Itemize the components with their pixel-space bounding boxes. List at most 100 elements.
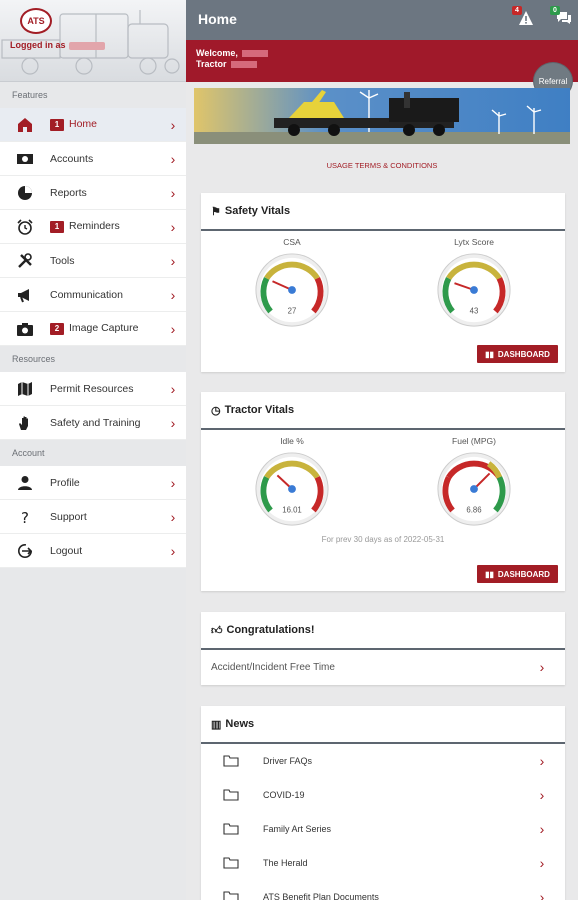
sidebar-item-tools[interactable]: Tools › bbox=[0, 244, 186, 278]
reminders-badge: 1 bbox=[50, 221, 64, 233]
chevron-right-icon: › bbox=[539, 753, 545, 769]
logged-in-label: Logged in as bbox=[10, 40, 105, 50]
features-group: 1 Home › Accounts › Reports › 1 Reminders … bbox=[0, 108, 186, 346]
question-icon: ? bbox=[0, 509, 50, 525]
sidebar-item-reminders[interactable]: 1 Reminders › bbox=[0, 210, 186, 244]
gauge-label: Fuel (MPG) bbox=[452, 436, 496, 446]
sidebar-item-label: Tools bbox=[50, 254, 75, 267]
card-header: ⚑ Safety Vitals bbox=[201, 193, 565, 231]
sidebar-item-reports[interactable]: Reports › bbox=[0, 176, 186, 210]
gauge-dial: 6.86 bbox=[437, 452, 511, 526]
alert-count-badge: 4 bbox=[512, 6, 522, 15]
sidebar-item-communication[interactable]: Communication › bbox=[0, 278, 186, 312]
truck-banner-image bbox=[194, 88, 570, 144]
welcome-label: Welcome, bbox=[196, 48, 238, 58]
sidebar-item-permit-resources[interactable]: Permit Resources › bbox=[0, 372, 186, 406]
hand-icon bbox=[0, 415, 50, 431]
folder-icon bbox=[223, 891, 239, 900]
alert-button[interactable]: 4 bbox=[512, 6, 534, 29]
news-item-covid-19[interactable]: COVID-19 › bbox=[201, 778, 565, 812]
chevron-right-icon: › bbox=[170, 150, 176, 167]
news-item-driver-faqs[interactable]: Driver FAQs › bbox=[201, 744, 565, 778]
incident-free-row[interactable]: Accident/Incident Free Time › bbox=[201, 650, 565, 684]
redacted-name bbox=[241, 50, 268, 58]
top-bar: Home 4 0 bbox=[186, 0, 578, 40]
chevron-right-icon: › bbox=[170, 286, 176, 303]
safety-dashboard-button[interactable]: ▮▮ DASHBOARD bbox=[477, 345, 558, 363]
sidebar-item-label: Logout bbox=[50, 544, 83, 557]
sidebar: ATS Logged in as Features 1 Home › Accoun… bbox=[0, 0, 186, 900]
message-count-badge: 0 bbox=[550, 6, 560, 15]
chevron-right-icon: › bbox=[170, 414, 176, 431]
money-icon bbox=[0, 151, 50, 167]
sidebar-item-image-capture[interactable]: 2 Image Capture › bbox=[0, 312, 186, 346]
safety-vitals-card: ⚑ Safety Vitals CSA 27 Lytx Score 43 ▮▮ … bbox=[201, 193, 565, 372]
sidebar-header: ATS Logged in as bbox=[0, 0, 186, 82]
gauge-dial: 16.01 bbox=[255, 452, 329, 526]
news-item-family-art-series[interactable]: Family Art Series › bbox=[201, 812, 565, 846]
chevron-right-icon: › bbox=[539, 787, 545, 803]
chevron-right-icon: › bbox=[170, 218, 176, 235]
card-header: 👍︎ Congratulations! bbox=[201, 612, 565, 650]
megaphone-icon bbox=[0, 287, 50, 303]
alarm-clock-icon bbox=[0, 218, 50, 235]
sidebar-item-label: Accounts bbox=[50, 152, 94, 165]
card-header: ▥ News bbox=[201, 706, 565, 744]
folder-icon bbox=[223, 823, 239, 835]
news-item-label: The Herald bbox=[263, 858, 308, 868]
news-item-the-herald[interactable]: The Herald › bbox=[201, 846, 565, 880]
chevron-right-icon: › bbox=[170, 474, 176, 491]
sidebar-item-profile[interactable]: Profile › bbox=[0, 466, 186, 500]
chevron-right-icon: › bbox=[170, 380, 176, 397]
account-group: Profile › ? Support › Logout › bbox=[0, 466, 186, 568]
image-capture-badge: 2 bbox=[50, 323, 64, 335]
terms-link[interactable]: USAGE TERMS & CONDITIONS bbox=[186, 161, 578, 170]
gauge-fuel-mpg[interactable]: Fuel (MPG) 6.86 bbox=[414, 436, 534, 531]
chevron-right-icon: › bbox=[539, 889, 545, 900]
gauge-label: CSA bbox=[283, 237, 301, 247]
sidebar-item-support[interactable]: ? Support › bbox=[0, 500, 186, 534]
home-badge: 1 bbox=[50, 119, 64, 131]
folder-icon bbox=[223, 755, 239, 767]
gauge-idle[interactable]: Idle % 16.01 bbox=[232, 436, 352, 531]
vitals-date-note: For prev 30 days as of 2022-05-31 bbox=[321, 535, 445, 544]
gauge-value: 16.01 bbox=[282, 505, 302, 514]
card-title: News bbox=[225, 718, 255, 730]
ats-logo: ATS bbox=[20, 8, 52, 34]
home-icon bbox=[0, 117, 50, 133]
tractor-dashboard-button[interactable]: ▮▮ DASHBOARD bbox=[477, 565, 558, 583]
resources-group: Permit Resources › Safety and Training › bbox=[0, 372, 186, 440]
news-item-benefit-plan-documents[interactable]: ATS Benefit Plan Documents › bbox=[201, 880, 565, 900]
welcome-banner: Welcome, Tractor bbox=[186, 40, 578, 82]
news-item-label: Family Art Series bbox=[263, 824, 332, 834]
redacted-tractor bbox=[230, 61, 257, 69]
news-item-label: ATS Benefit Plan Documents bbox=[263, 892, 379, 900]
gauge-lytx-score[interactable]: Lytx Score 43 bbox=[414, 237, 534, 332]
redacted-username bbox=[68, 41, 105, 50]
sidebar-item-safety-training[interactable]: Safety and Training › bbox=[0, 406, 186, 440]
row-label: Accident/Incident Free Time bbox=[211, 661, 335, 673]
sidebar-item-label: Reminders bbox=[69, 220, 120, 232]
gauge-label: Idle % bbox=[280, 436, 304, 446]
news-item-label: Driver FAQs bbox=[263, 756, 313, 766]
sidebar-item-label: Profile bbox=[50, 476, 80, 489]
sidebar-item-label: Support bbox=[50, 510, 87, 523]
sidebar-item-label: Home bbox=[69, 118, 98, 130]
chevron-right-icon: › bbox=[539, 855, 545, 871]
gauge-value: 43 bbox=[470, 306, 479, 315]
sidebar-item-home[interactable]: 1 Home › bbox=[0, 108, 186, 142]
messages-button[interactable]: 0 bbox=[550, 6, 572, 29]
gauge-csa[interactable]: CSA 27 bbox=[232, 237, 352, 332]
page-title: Home bbox=[198, 11, 237, 27]
sidebar-item-logout[interactable]: Logout › bbox=[0, 534, 186, 568]
news-item-label: COVID-19 bbox=[263, 790, 305, 800]
section-title-features: Features bbox=[12, 90, 48, 100]
chevron-right-icon: › bbox=[170, 184, 176, 201]
flag-icon: ⚑ bbox=[211, 205, 221, 218]
gauge-dial: 27 bbox=[255, 253, 329, 327]
sidebar-item-label: Permit Resources bbox=[50, 382, 134, 395]
map-icon bbox=[0, 381, 50, 397]
card-title: Congratulations! bbox=[226, 624, 315, 636]
chevron-right-icon: › bbox=[170, 320, 176, 337]
sidebar-item-accounts[interactable]: Accounts › bbox=[0, 142, 186, 176]
